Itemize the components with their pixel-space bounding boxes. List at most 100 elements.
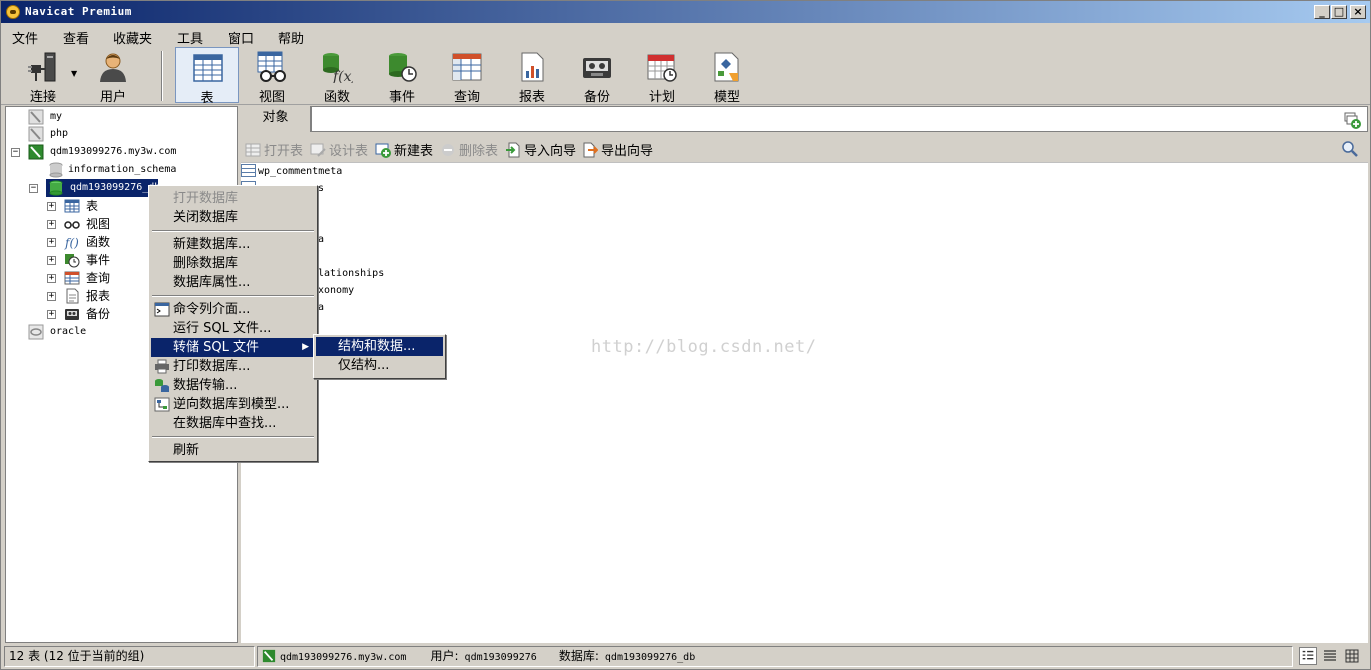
minimize-button[interactable]: _ bbox=[1314, 5, 1330, 19]
mysql-connection-open-icon bbox=[28, 144, 44, 160]
menu-favorites[interactable]: 收藏夹 bbox=[113, 28, 152, 47]
new-table-icon bbox=[375, 143, 391, 158]
menu-print-database[interactable]: 打印数据库... bbox=[151, 357, 315, 376]
toolbar-model-button[interactable]: 模型 bbox=[695, 47, 759, 105]
collapse-toggle[interactable]: − bbox=[11, 148, 20, 157]
menu-bar: 文件 查看 收藏夹 工具 窗口 帮助 bbox=[1, 23, 1370, 47]
object-toolbar: 打开表 设计表 新建表 删除表 导入向导 导出向导 bbox=[241, 136, 1368, 162]
tree-node-events[interactable]: 事件 bbox=[64, 251, 110, 269]
mysql-connection-icon bbox=[28, 109, 44, 125]
toolbar-schedule-button[interactable]: 计划 bbox=[630, 47, 694, 105]
tree-node-database-selected[interactable]: qdm193099276_db bbox=[46, 179, 160, 197]
tree-node-backups[interactable]: 备份 bbox=[64, 305, 110, 323]
menu-reverse-to-model[interactable]: 逆向数据库到模型... bbox=[151, 395, 315, 414]
toolbar-backup-label: 备份 bbox=[583, 90, 610, 105]
design-table-button[interactable]: 设计表 bbox=[310, 140, 368, 159]
toolbar-connection-button[interactable]: ▼ 连接 bbox=[11, 47, 77, 105]
menu-window[interactable]: 窗口 bbox=[228, 28, 254, 47]
tree-node-views[interactable]: 视图 bbox=[64, 215, 110, 233]
menu-delete-database[interactable]: 删除数据库 bbox=[151, 254, 315, 273]
tree-node-php[interactable]: php bbox=[28, 125, 68, 143]
svg-text:f(): f() bbox=[64, 236, 79, 250]
menu-close-database[interactable]: 关闭数据库 bbox=[151, 208, 315, 227]
table-item[interactable]: wp_commentmeta bbox=[241, 163, 342, 180]
close-button[interactable]: × bbox=[1350, 5, 1366, 19]
toolbar-event-button[interactable]: 事件 bbox=[370, 47, 434, 105]
import-wizard-button[interactable]: 导入向导 bbox=[505, 140, 576, 159]
expand-toggle[interactable]: + bbox=[47, 220, 56, 229]
delete-table-button[interactable]: 删除表 bbox=[440, 140, 498, 159]
toolbar-report-button[interactable]: 报表 bbox=[500, 47, 564, 105]
connection-dropdown-arrow-icon[interactable]: ▼ bbox=[71, 69, 77, 78]
table-icon bbox=[193, 54, 223, 82]
menu-structure-and-data[interactable]: 结构和数据... bbox=[316, 337, 443, 356]
tree-node-tables[interactable]: 表 bbox=[64, 197, 98, 215]
database-open-icon bbox=[49, 180, 63, 196]
delete-table-icon bbox=[442, 144, 454, 156]
toolbar-function-button[interactable]: f(x) 函数 bbox=[305, 47, 369, 105]
data-transfer-icon bbox=[155, 379, 169, 392]
table-icon bbox=[64, 199, 80, 213]
connection-plug-icon bbox=[28, 52, 56, 82]
menu-help[interactable]: 帮助 bbox=[278, 28, 304, 47]
view-glasses-icon bbox=[64, 221, 80, 229]
grid-view-icon[interactable] bbox=[1343, 647, 1361, 665]
menu-file[interactable]: 文件 bbox=[12, 28, 38, 47]
expand-toggle[interactable]: + bbox=[47, 274, 56, 283]
expand-toggle[interactable]: + bbox=[47, 238, 56, 247]
expand-toggle[interactable]: + bbox=[47, 202, 56, 211]
expand-toggle[interactable]: + bbox=[47, 256, 56, 265]
view-glasses-icon bbox=[257, 51, 286, 82]
tree-node-connection-my3w[interactable]: qdm193099276.my3w.com bbox=[28, 143, 176, 161]
tab-objects[interactable]: 对象 bbox=[241, 106, 311, 132]
maximize-button[interactable]: □ bbox=[1331, 5, 1347, 19]
toolbar-separator bbox=[161, 51, 163, 101]
export-wizard-button[interactable]: 导出向导 bbox=[582, 140, 653, 159]
menu-data-transfer[interactable]: 数据传输... bbox=[151, 376, 315, 395]
object-tab-bar: 对象 bbox=[241, 106, 1368, 132]
tree-node-reports[interactable]: 报表 bbox=[64, 287, 110, 305]
object-list[interactable]: wp_commentmeta s a lationships xonomy a bbox=[241, 162, 1368, 643]
toolbar-table-button[interactable]: 表 bbox=[175, 47, 239, 106]
list-view-icon[interactable] bbox=[1299, 647, 1317, 665]
menu-find-in-database[interactable]: 在数据库中查找... bbox=[151, 414, 315, 433]
toolbar-view-button[interactable]: 视图 bbox=[240, 47, 304, 105]
tree-node-queries[interactable]: 查询 bbox=[64, 269, 110, 287]
window-title: Navicat Premium bbox=[25, 5, 132, 18]
toolbar-user-button[interactable]: 用户 bbox=[81, 47, 145, 105]
expand-toggle[interactable]: + bbox=[47, 310, 56, 319]
menu-refresh[interactable]: 刷新 bbox=[151, 441, 315, 460]
menu-run-sql-file[interactable]: 运行 SQL 文件... bbox=[151, 319, 315, 338]
new-table-button[interactable]: 新建表 bbox=[375, 140, 433, 159]
export-wizard-icon bbox=[583, 142, 598, 158]
expand-toggle[interactable]: + bbox=[47, 292, 56, 301]
tree-node-functions[interactable]: f() 函数 bbox=[64, 233, 110, 251]
mysql-connection-open-icon bbox=[262, 649, 276, 663]
report-icon bbox=[521, 52, 544, 82]
search-icon[interactable] bbox=[1341, 140, 1358, 157]
title-bar[interactable]: Navicat Premium _ □ × bbox=[1, 1, 1370, 23]
menu-separator bbox=[152, 295, 314, 297]
menu-new-database[interactable]: 新建数据库... bbox=[151, 235, 315, 254]
menu-tools[interactable]: 工具 bbox=[177, 28, 203, 47]
oracle-connection-icon bbox=[28, 324, 44, 340]
main-toolbar: ▼ 连接 用户 表 视图 f(x 函数 事件 查询 报表 备份 计划 模型 bbox=[1, 47, 1370, 106]
backup-tape-icon bbox=[65, 309, 79, 320]
detail-view-icon[interactable] bbox=[1321, 647, 1339, 665]
tree-node-information-schema[interactable]: information_schema bbox=[48, 161, 176, 179]
menu-database-properties[interactable]: 数据库属性... bbox=[151, 273, 315, 292]
menu-command-line[interactable]: 命令列介面... bbox=[151, 300, 315, 319]
menu-dump-sql-file[interactable]: 转储 SQL 文件 ▶ bbox=[151, 338, 315, 357]
design-table-icon bbox=[310, 143, 326, 157]
menu-view[interactable]: 查看 bbox=[63, 28, 89, 47]
collapse-toggle[interactable]: − bbox=[29, 184, 38, 193]
toolbar-backup-button[interactable]: 备份 bbox=[565, 47, 629, 105]
menu-structure-only[interactable]: 仅结构... bbox=[316, 356, 443, 375]
tree-node-oracle[interactable]: oracle bbox=[28, 323, 86, 341]
menu-open-database[interactable]: 打开数据库 bbox=[151, 189, 315, 208]
toolbar-query-button[interactable]: 查询 bbox=[435, 47, 499, 105]
tree-node-my[interactable]: my bbox=[28, 108, 62, 126]
new-tab-icon[interactable] bbox=[1343, 111, 1361, 129]
toolbar-query-label: 查询 bbox=[453, 90, 480, 105]
open-table-button[interactable]: 打开表 bbox=[245, 140, 303, 159]
